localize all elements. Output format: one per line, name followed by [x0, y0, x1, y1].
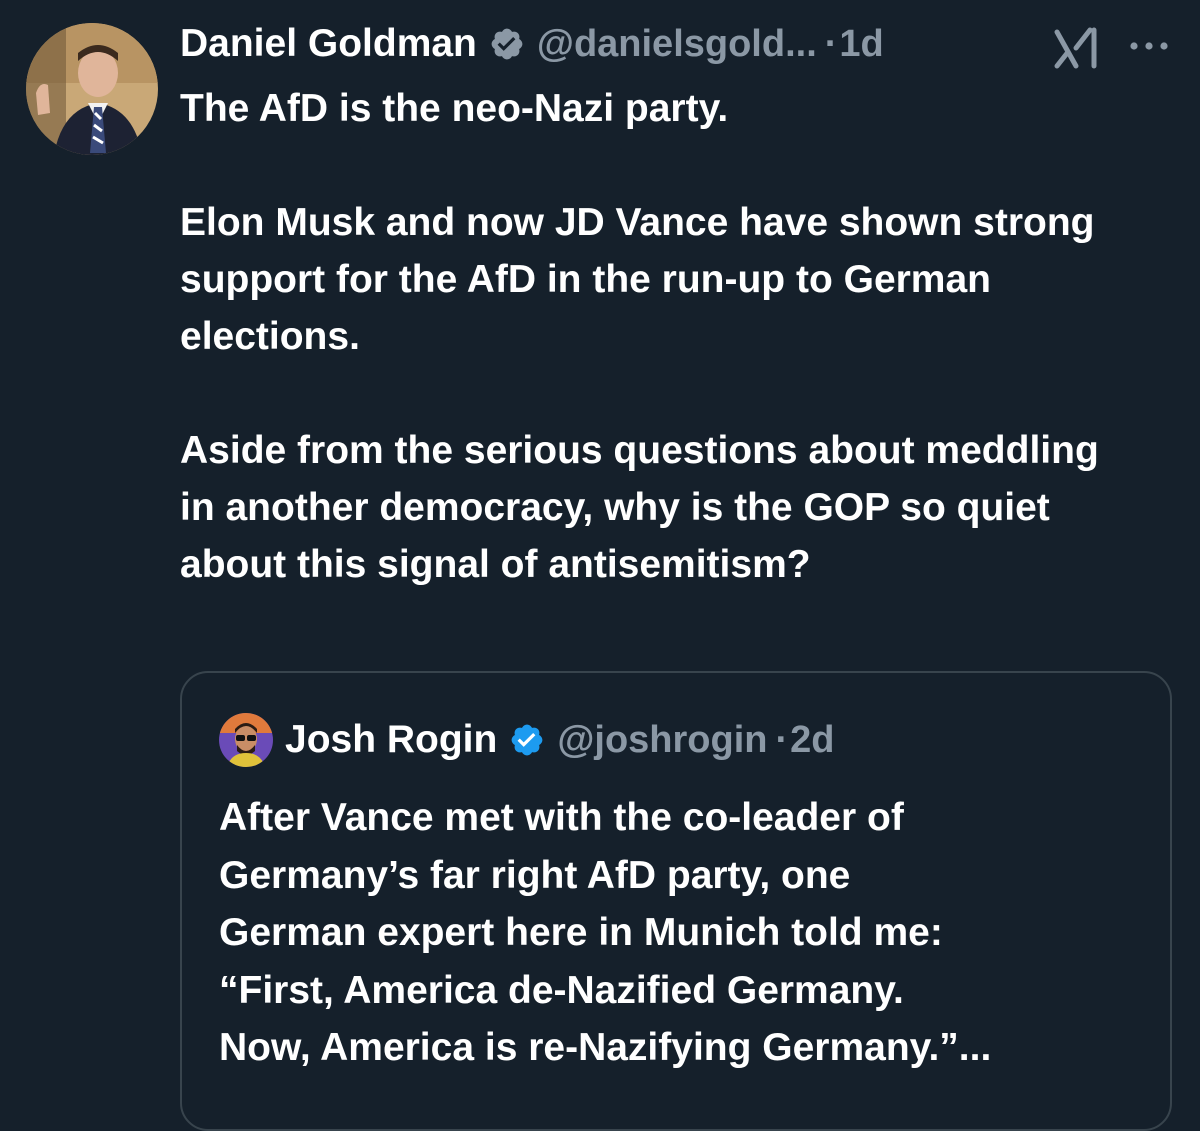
tweet[interactable]: Daniel Goldman @danielsgold... · 1d The …: [0, 0, 1200, 1131]
separator-dot: ·: [775, 718, 789, 761]
author-avatar[interactable]: [26, 23, 158, 155]
quoted-tweet-timestamp[interactable]: 2d: [790, 719, 834, 762]
quoted-text-line: Now, America is re-Nazifying Germany.”..…: [219, 1026, 992, 1069]
quoted-tweet-card[interactable]: Josh Rogin @joshrogin · 2d After Vance m…: [180, 671, 1172, 1131]
quoted-text-line: Germany’s far right AfD party, one: [219, 853, 851, 897]
tweet-header: Daniel Goldman @danielsgold... · 1d: [180, 18, 884, 70]
verified-badge-icon[interactable]: [509, 722, 545, 758]
quoted-text-line: After Vance met with the co-leader of: [219, 796, 904, 839]
quoted-author-handle[interactable]: @joshrogin: [557, 719, 767, 762]
tweet-paragraph: The AfD is the neo-Nazi party.: [180, 87, 729, 130]
tweet-paragraph: Elon Musk and now JD Vance have shown st…: [180, 201, 1095, 358]
verified-badge-icon[interactable]: [489, 26, 525, 62]
quoted-text-line: German expert here in Munich told me:: [219, 911, 943, 954]
quoted-tweet-text: After Vance met with the co-leader of Ge…: [219, 789, 1149, 1077]
grok-icon[interactable]: [1054, 26, 1102, 70]
quoted-author-avatar[interactable]: [219, 713, 273, 767]
author-handle[interactable]: @danielsgold...: [537, 23, 817, 66]
quoted-author-display-name[interactable]: Josh Rogin: [285, 718, 497, 762]
tweet-timestamp[interactable]: 1d: [839, 23, 883, 66]
more-options-icon[interactable]: [1127, 36, 1171, 56]
tweet-text: The AfD is the neo-Nazi party. Elon Musk…: [180, 80, 1140, 593]
quoted-tweet-header: Josh Rogin @joshrogin · 2d: [219, 713, 835, 767]
author-display-name[interactable]: Daniel Goldman: [180, 22, 477, 66]
tweet-paragraph: Aside from the serious questions about m…: [180, 429, 1099, 586]
quoted-text-line: “First, America de-Nazified Germany.: [219, 968, 904, 1012]
separator-dot: ·: [824, 22, 838, 65]
